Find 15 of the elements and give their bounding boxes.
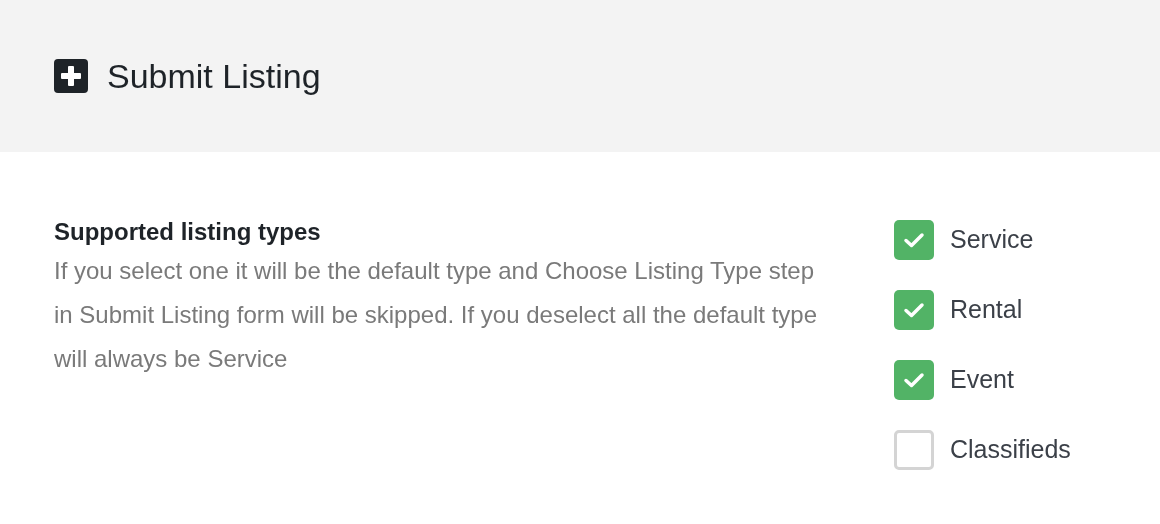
page-title: Submit Listing	[107, 55, 321, 97]
check-icon	[903, 231, 925, 249]
plus-icon	[54, 59, 88, 93]
setting-description: If you select one it will be the default type and Choose Listing Type step in Submit Listing form will be skipped. If you deselect all the default type will always be Service	[54, 256, 819, 374]
checkbox[interactable]	[894, 220, 934, 260]
check-icon	[903, 371, 925, 389]
checkbox[interactable]	[894, 290, 934, 330]
checkbox-label: Service	[950, 224, 1034, 256]
check-icon	[903, 301, 925, 319]
setting-title: Supported listing types	[54, 217, 322, 247]
checkbox[interactable]	[894, 360, 934, 400]
checkbox-label: Classifieds	[950, 434, 1071, 466]
checkbox-label: Rental	[950, 294, 1023, 326]
checkbox-label: Event	[950, 364, 1014, 396]
checkbox[interactable]	[894, 430, 934, 470]
